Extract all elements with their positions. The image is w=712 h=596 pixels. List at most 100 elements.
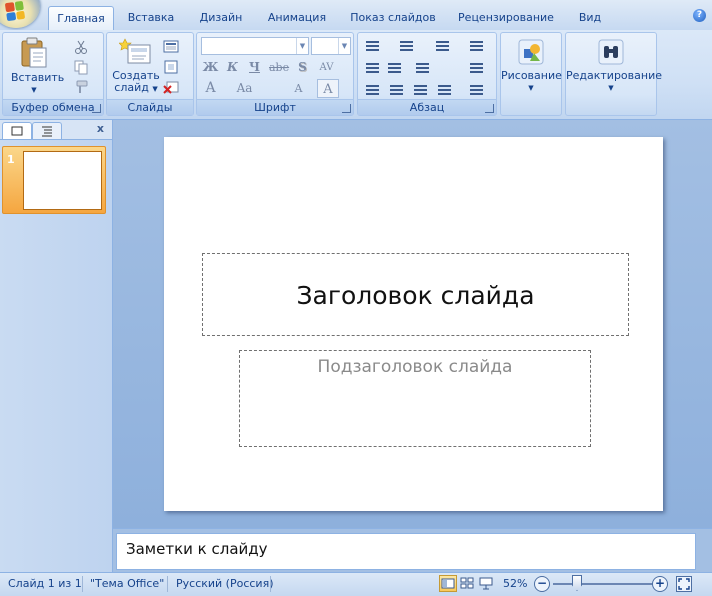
office-button[interactable] [0, 0, 40, 28]
smartart-button[interactable] [466, 81, 486, 99]
editing-group: Редактирование ▼ [565, 32, 662, 116]
slides-panel: x 1 [0, 120, 113, 572]
font-launcher-icon[interactable] [342, 104, 351, 113]
bullets-button[interactable] [362, 37, 382, 55]
tab-slides[interactable] [2, 122, 32, 139]
shadow-button[interactable]: S [293, 58, 312, 77]
paste-button[interactable]: Вставить ▼ [11, 37, 65, 96]
tab-insert[interactable]: Вставка [122, 8, 180, 30]
drawing-group: Рисование ▼ [500, 32, 562, 116]
chevron-down-icon: ▼ [608, 84, 614, 92]
help-icon[interactable]: ? [693, 9, 706, 22]
slide-number: 1 [7, 153, 15, 166]
slide-counter: Слайд 1 из 1 [8, 577, 82, 590]
char-spacing-button[interactable]: AV [317, 58, 336, 77]
chevron-down-icon: ▼ [152, 85, 158, 93]
bullets-icon [366, 41, 379, 53]
justify-button[interactable] [434, 81, 454, 99]
slideshow-view-button[interactable] [477, 575, 495, 592]
tab-home[interactable]: Главная [48, 6, 114, 31]
decrease-indent-button[interactable] [362, 59, 382, 77]
change-case-button[interactable]: Aa [235, 79, 254, 98]
tab-review[interactable]: Рецензирование [452, 8, 560, 30]
sorter-view-button[interactable] [458, 575, 476, 592]
font-size-combo[interactable]: ▼ [311, 37, 351, 55]
zoom-slider-track[interactable] [553, 583, 653, 585]
format-painter-icon[interactable] [73, 79, 89, 95]
align-left-button[interactable] [362, 81, 382, 99]
paste-label: Вставить [11, 71, 65, 84]
editing-label: Редактирование [566, 69, 662, 82]
zoom-slider-thumb[interactable] [572, 575, 582, 591]
title-placeholder[interactable]: Заголовок слайда [202, 253, 629, 336]
slide-thumbnail-selected[interactable]: 1 [2, 146, 106, 214]
columns-button[interactable] [466, 37, 486, 55]
reset-icon[interactable] [163, 59, 179, 75]
grow-font-button[interactable]: A [201, 79, 220, 98]
clipboard-icon [21, 37, 47, 68]
language-indicator[interactable]: Русский (Россия) [176, 577, 274, 590]
justify-icon [438, 85, 451, 97]
tab-design[interactable]: Дизайн [192, 8, 250, 30]
binoculars-icon [598, 39, 624, 65]
tab-slideshow[interactable]: Показ слайдов [346, 8, 440, 30]
new-slide-label-2: слайд ▼ [111, 82, 161, 95]
tab-view[interactable]: Вид [572, 8, 608, 30]
italic-button[interactable]: К [223, 58, 242, 77]
copy-icon[interactable] [73, 59, 89, 75]
zoom-out-icon[interactable]: − [534, 576, 550, 592]
zoom-level[interactable]: 52% [503, 577, 527, 590]
slide-thumbnail [23, 151, 102, 210]
chevron-down-icon: ▼ [528, 84, 534, 92]
ribbon-tab-bar: Главная Вставка Дизайн Анимация Показ сл… [0, 0, 712, 31]
drawing-label: Рисование [501, 69, 562, 82]
editing-button[interactable]: Редактирование ▼ [566, 37, 662, 94]
align-right-button[interactable] [410, 81, 430, 99]
slides-group-label: Слайды [107, 99, 193, 115]
slide-icon [11, 126, 23, 136]
new-slide-button[interactable]: Создать слайд ▼ [111, 37, 161, 95]
tab-outline[interactable] [32, 122, 62, 139]
chevron-down-icon: ▼ [338, 38, 350, 54]
new-slide-label-2-text: слайд [114, 81, 149, 94]
numbering-icon [400, 41, 413, 53]
clipboard-group-label: Буфер обмена [3, 99, 103, 115]
tab-animation[interactable]: Анимация [262, 8, 332, 30]
cut-icon[interactable] [73, 39, 89, 55]
fit-to-window-button[interactable] [676, 576, 692, 592]
increase-indent-button[interactable] [384, 59, 404, 77]
clipboard-group: Вставить ▼ Буфер обмена [2, 32, 104, 116]
shapes-icon [518, 39, 544, 65]
delete-slide-icon[interactable] [163, 79, 179, 95]
theme-name[interactable]: "Тема Office" [90, 577, 164, 590]
paragraph-launcher-icon[interactable] [485, 104, 494, 113]
slide-editing-area: Заголовок слайда Подзаголовок слайда [113, 120, 712, 528]
zoom-in-icon[interactable]: + [652, 576, 668, 592]
shrink-font-button[interactable]: A [289, 79, 308, 98]
chevron-down-icon: ▼ [31, 86, 37, 94]
font-name-combo[interactable]: ▼ [201, 37, 309, 55]
strikethrough-button[interactable]: abe [269, 58, 289, 77]
ribbon: Вставить ▼ Буфер обмена Создать слайд ▼ [0, 30, 712, 120]
close-icon[interactable]: x [97, 122, 104, 135]
align-center-button[interactable] [386, 81, 406, 99]
underline-button[interactable]: Ч [245, 58, 264, 77]
font-color-button[interactable]: A [317, 79, 339, 98]
notes-field[interactable]: Заметки к слайду [116, 533, 696, 570]
clipboard-launcher-icon[interactable] [92, 104, 101, 113]
status-divider [82, 576, 83, 592]
smartart-icon [470, 85, 483, 97]
bold-button[interactable]: Ж [201, 58, 220, 77]
increase-indent-icon [388, 63, 401, 75]
new-slide-icon [118, 38, 151, 64]
align-text-button[interactable] [466, 59, 486, 77]
layout-icon[interactable] [163, 39, 179, 55]
status-bar: Слайд 1 из 1 "Тема Office" Русский (Росс… [0, 572, 712, 596]
slide-canvas[interactable]: Заголовок слайда Подзаголовок слайда [164, 137, 663, 511]
text-direction-button[interactable] [412, 59, 432, 77]
numbering-button[interactable] [396, 37, 416, 55]
subtitle-placeholder[interactable]: Подзаголовок слайда [239, 350, 591, 447]
line-spacing-button[interactable] [432, 37, 452, 55]
drawing-button[interactable]: Рисование ▼ [501, 37, 562, 94]
normal-view-button[interactable] [439, 575, 457, 592]
